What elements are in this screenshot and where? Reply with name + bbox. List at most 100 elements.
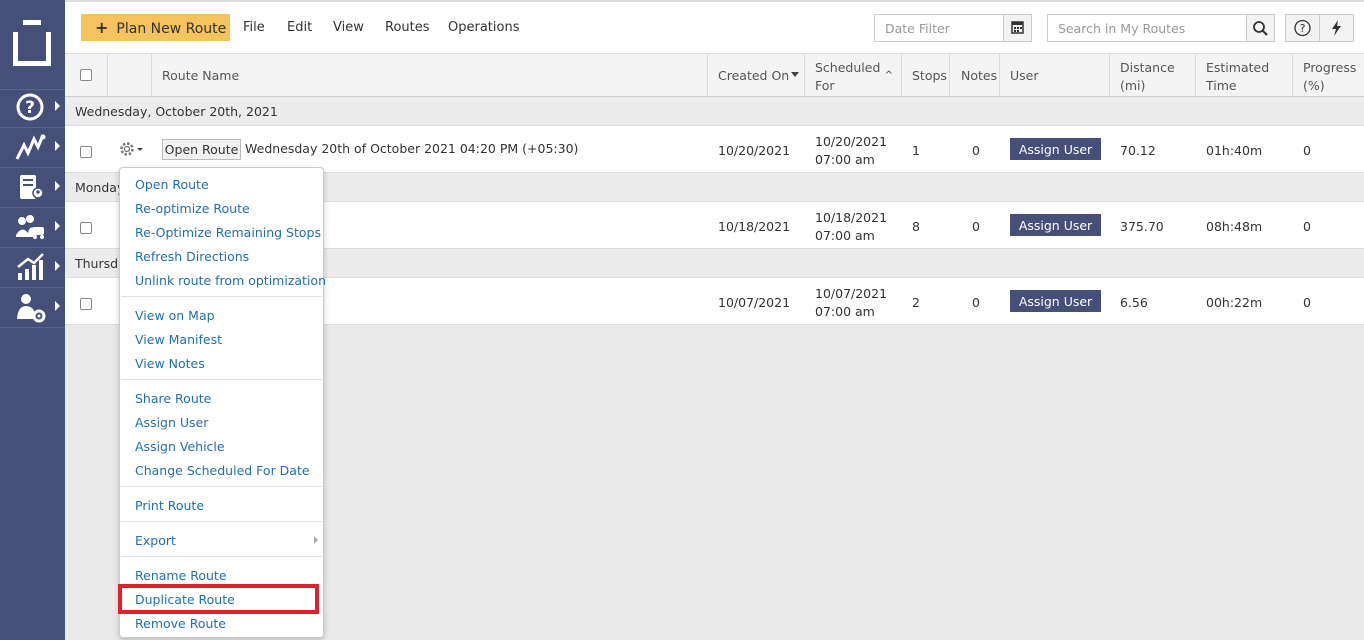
calendar-button[interactable]: [1003, 14, 1032, 42]
help-icon: ?: [16, 93, 44, 121]
menu-assign-vehicle[interactable]: Assign Vehicle: [135, 439, 225, 454]
stops-count: 1: [912, 143, 920, 158]
route-actions-menu: Open Route Re-optimize Route Re-Optimize…: [119, 167, 326, 638]
assign-user-button[interactable]: Assign User: [1010, 290, 1101, 312]
row-checkbox[interactable]: [80, 298, 92, 310]
sidebar-item-analytics[interactable]: [0, 248, 65, 286]
row-checkbox[interactable]: [80, 146, 92, 158]
menu-divider: [121, 296, 322, 297]
sidebar-divider: [0, 327, 65, 328]
scheduled-date: 10/18/2021: [815, 210, 888, 225]
menu-routes[interactable]: Routes: [385, 20, 430, 35]
actions-column: [108, 54, 152, 97]
menu-unlink-route[interactable]: Unlink route from optimization: [135, 273, 326, 288]
menu-print-route[interactable]: Print Route: [135, 498, 204, 513]
column-stops[interactable]: Stops: [902, 54, 950, 97]
menu-export[interactable]: Export: [135, 533, 176, 548]
svg-text:?: ?: [25, 98, 35, 118]
menu-view-notes[interactable]: View Notes: [135, 356, 205, 371]
select-all-column: [65, 54, 108, 97]
menu-rename-route[interactable]: Rename Route: [135, 568, 227, 583]
column-created-on[interactable]: Created On: [708, 54, 805, 97]
user-settings-icon: [17, 294, 46, 323]
menu-edit[interactable]: Edit: [287, 20, 312, 35]
open-route-button[interactable]: Open Route: [162, 139, 241, 160]
highlight-annotation: [118, 584, 319, 614]
sidebar: ?: [0, 0, 65, 640]
analytics-icon: [17, 253, 44, 280]
menu-share-route[interactable]: Share Route: [135, 391, 211, 406]
column-estimated-time[interactable]: Estimated Time: [1196, 54, 1293, 97]
lightning-icon: [1332, 20, 1341, 36]
menu-file[interactable]: File: [243, 20, 265, 35]
column-label: Progress (%): [1303, 60, 1357, 93]
date-filter-input[interactable]: Date Filter: [874, 14, 1004, 42]
calendar-icon: [1011, 21, 1024, 34]
menu-view-on-map[interactable]: View on Map: [135, 308, 215, 323]
stops-count: 2: [912, 295, 920, 310]
toolbar: + Plan New Route File Edit View Routes Op…: [65, 0, 1364, 54]
column-scheduled-for[interactable]: Scheduled For ^: [805, 54, 902, 97]
created-on: 10/18/2021: [718, 219, 791, 234]
quick-actions-button[interactable]: [1319, 14, 1354, 42]
menu-refresh-directions[interactable]: Refresh Directions: [135, 249, 249, 264]
menu-view-manifest[interactable]: View Manifest: [135, 332, 222, 347]
menu-divider: [121, 556, 322, 557]
assign-user-button[interactable]: Assign User: [1010, 214, 1101, 236]
menu-change-scheduled-date[interactable]: Change Scheduled For Date: [135, 463, 310, 478]
menu-divider: [121, 486, 322, 487]
assign-user-button[interactable]: Assign User: [1010, 138, 1101, 160]
column-label: Distance (mi): [1120, 60, 1175, 93]
svg-text:?: ?: [1300, 22, 1306, 35]
column-distance[interactable]: Distance (mi): [1110, 54, 1196, 97]
menu-open-route[interactable]: Open Route: [135, 177, 209, 192]
help-button[interactable]: ?: [1285, 14, 1320, 42]
created-on: 10/07/2021: [718, 295, 791, 310]
menu-divider: [121, 521, 322, 522]
group-header: Wednesday, October 20th, 2021: [65, 97, 1364, 126]
column-label: Stops: [912, 68, 947, 83]
search-input[interactable]: Search in My Routes: [1047, 14, 1247, 42]
sidebar-item-user-settings[interactable]: [0, 288, 65, 326]
menu-assign-user[interactable]: Assign User: [135, 415, 208, 430]
search-button[interactable]: [1246, 14, 1275, 42]
menu-reoptimize-remaining[interactable]: Re-Optimize Remaining Stops: [135, 225, 321, 240]
plan-new-route-button[interactable]: + Plan New Route: [81, 14, 230, 41]
sidebar-item-fleet[interactable]: [0, 208, 65, 246]
sort-desc-icon: [791, 72, 799, 77]
menu-remove-route[interactable]: Remove Route: [135, 616, 226, 631]
distance: 6.56: [1120, 295, 1148, 310]
route-name[interactable]: Wednesday 20th of October 2021 04:20 PM …: [245, 141, 578, 156]
sort-asc-icon: ^: [884, 70, 893, 81]
estimated-time: 08h:48m: [1206, 219, 1263, 234]
column-label: User: [1010, 68, 1039, 83]
column-route-name[interactable]: Route Name: [152, 54, 708, 97]
scheduled-date: 10/07/2021: [815, 286, 888, 301]
column-label: Estimated Time: [1206, 60, 1270, 93]
logo[interactable]: [13, 20, 51, 68]
column-label: Scheduled For: [815, 60, 881, 93]
plus-icon: +: [95, 18, 109, 37]
menu-operations[interactable]: Operations: [448, 20, 519, 35]
column-user[interactable]: User: [1000, 54, 1110, 97]
row-checkbox[interactable]: [80, 222, 92, 234]
sidebar-item-addressbook[interactable]: [0, 168, 65, 206]
gear-icon[interactable]: [118, 140, 148, 158]
sidebar-item-help[interactable]: ?: [0, 88, 65, 126]
column-notes[interactable]: Notes: [950, 54, 1000, 97]
scheduled-time: 07:00 am: [815, 228, 875, 243]
column-progress[interactable]: Progress (%): [1293, 54, 1364, 97]
table-row[interactable]: Open Route Wednesday 20th of October 202…: [65, 126, 1364, 173]
notes-count: 0: [972, 143, 980, 158]
menu-reoptimize-route[interactable]: Re-optimize Route: [135, 201, 250, 216]
routes-icon: [15, 134, 46, 160]
progress: 0: [1303, 219, 1311, 234]
select-all-checkbox[interactable]: [80, 69, 92, 81]
column-label: Created On: [718, 68, 790, 83]
menu-view[interactable]: View: [333, 20, 364, 35]
menu-divider: [121, 379, 322, 380]
plan-new-route-label: Plan New Route: [116, 21, 227, 37]
sidebar-item-routes[interactable]: [0, 128, 65, 166]
question-icon: ?: [1294, 19, 1311, 37]
addressbook-icon: [20, 175, 44, 199]
